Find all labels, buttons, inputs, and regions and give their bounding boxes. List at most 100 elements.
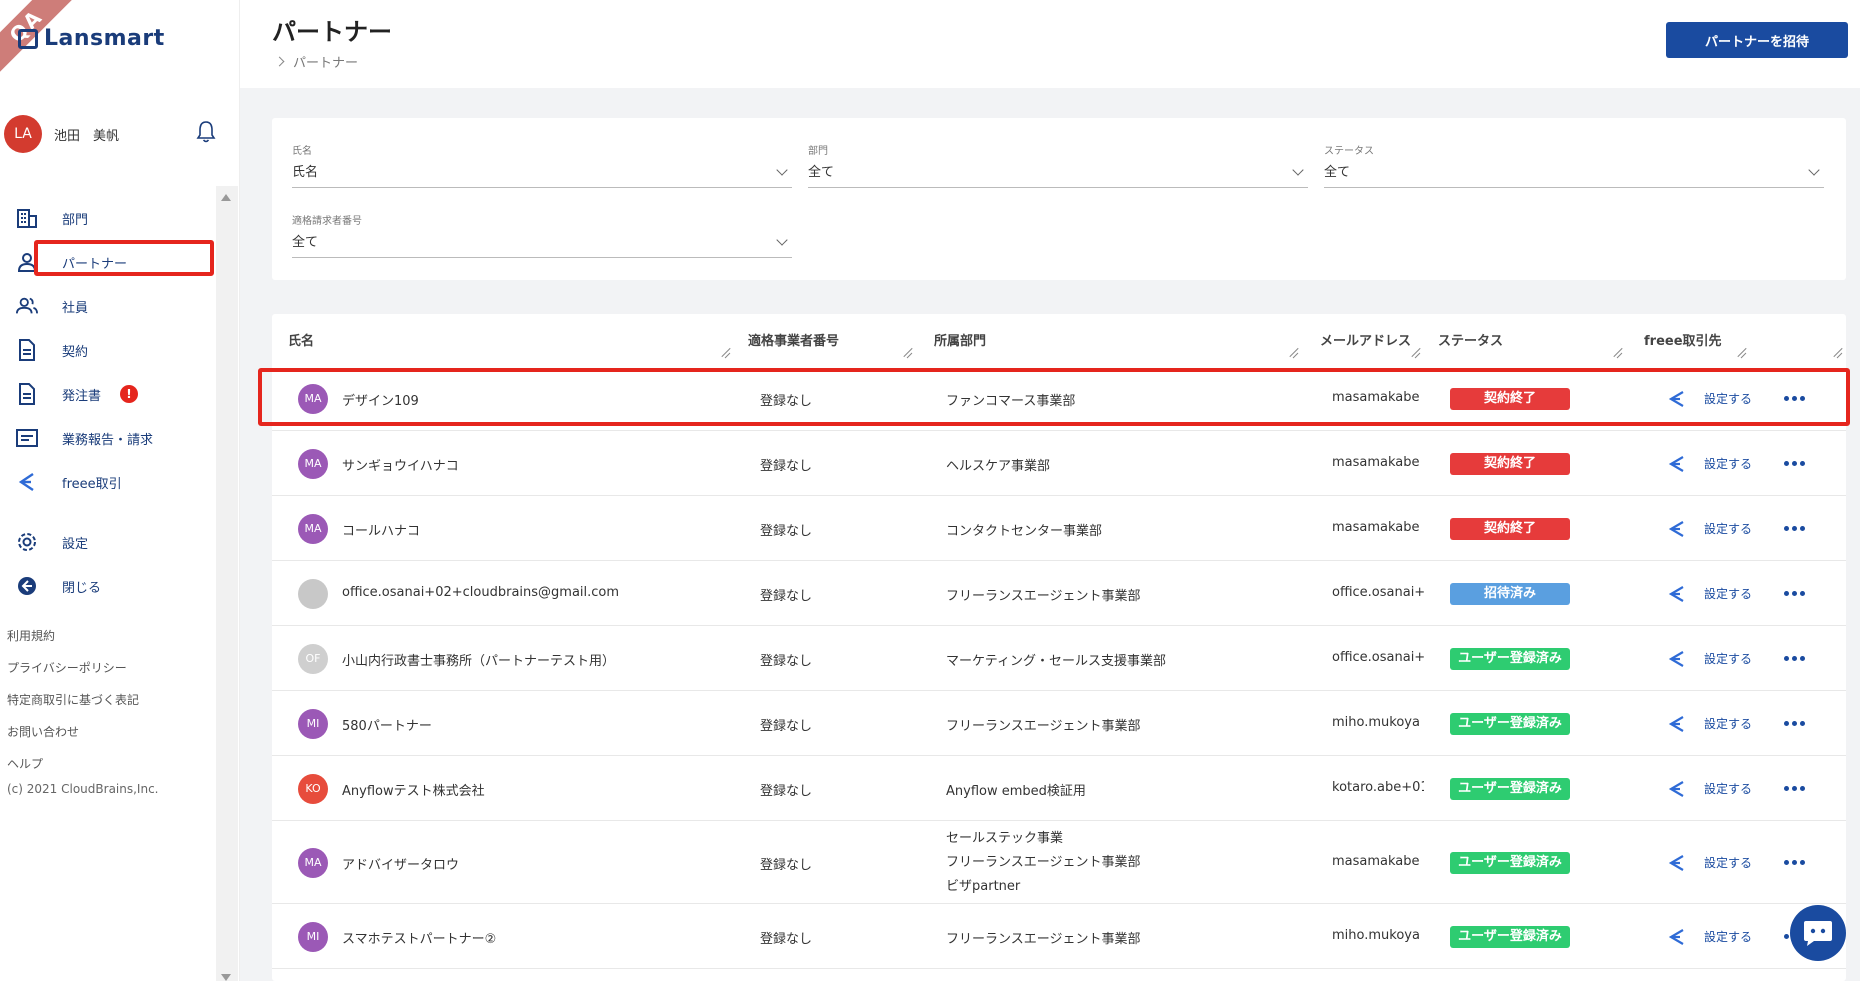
- app-name: Lansmart: [44, 26, 165, 51]
- document-icon: [16, 383, 38, 405]
- status-select[interactable]: 全て: [1324, 160, 1824, 188]
- more-options-icon[interactable]: [1784, 460, 1805, 466]
- scroll-down-arrow[interactable]: [221, 974, 231, 981]
- sidebar-item-label: 社員: [62, 300, 89, 316]
- bell-icon[interactable]: [196, 120, 216, 144]
- scroll-up-arrow[interactable]: [221, 194, 231, 201]
- column-resize-handle[interactable]: [1832, 348, 1842, 358]
- sidebar-item-contracts[interactable]: 契約: [0, 328, 216, 372]
- invite-partner-button[interactable]: パートナーを招待: [1666, 22, 1848, 58]
- people-icon: [16, 295, 38, 317]
- terms-link[interactable]: 利用規約: [7, 620, 139, 652]
- column-header-email[interactable]: メールアドレス: [1320, 330, 1411, 349]
- partner-name[interactable]: スマホテストパートナー②: [342, 928, 722, 947]
- chevron-down-icon: [1292, 164, 1304, 176]
- sidebar-item-freee[interactable]: freee取引: [0, 460, 216, 504]
- registration-number-cell: 登録なし: [760, 458, 813, 474]
- sidebar-item-employees[interactable]: 社員: [0, 284, 216, 328]
- partner-name[interactable]: コールハナコ: [342, 520, 722, 539]
- more-options-icon[interactable]: [1784, 785, 1805, 791]
- sidebar-item-label: 発注書: [62, 388, 102, 404]
- privacy-link[interactable]: プライバシーポリシー: [7, 652, 139, 684]
- column-header-freee[interactable]: freee取引先: [1644, 330, 1722, 349]
- column-resize-handle[interactable]: [902, 348, 912, 358]
- freee-setting-link[interactable]: 設定する: [1704, 780, 1752, 797]
- more-options-icon[interactable]: [1784, 590, 1805, 596]
- freee-setting-link[interactable]: 設定する: [1704, 520, 1752, 537]
- freee-setting-link[interactable]: 設定する: [1704, 455, 1752, 472]
- column-header-name[interactable]: 氏名: [288, 330, 314, 349]
- table-row[interactable]: MA サンギョウイハナコ 登録なし ヘルスケア事業部 masamakabe 契約終了 設定す…: [272, 431, 1846, 496]
- sidebar-item-label: 部門: [62, 212, 89, 228]
- more-options-icon[interactable]: [1784, 525, 1805, 531]
- more-options-icon[interactable]: [1784, 859, 1805, 865]
- sidebar-item-purchase-orders[interactable]: 発注書 !: [0, 372, 216, 416]
- email-cell: office.osanai+: [1332, 649, 1424, 665]
- filter-label: 部門: [808, 146, 828, 157]
- partner-name[interactable]: アドバイザータロウ: [342, 854, 722, 873]
- help-link[interactable]: ヘルプ: [7, 748, 139, 780]
- column-resize-handle[interactable]: [1736, 348, 1746, 358]
- column-resize-handle[interactable]: [1410, 348, 1420, 358]
- status-filter[interactable]: ステータス 全て: [1304, 142, 1824, 188]
- department-filter[interactable]: 部門 全て: [788, 142, 1308, 188]
- sidebar-item-label: freee取引: [62, 476, 122, 492]
- more-options-icon[interactable]: [1784, 655, 1805, 661]
- partner-name[interactable]: 580パートナー: [342, 715, 722, 734]
- highlight-box-row: [258, 368, 1850, 426]
- table-row[interactable]: KO Anyflowテスト株式会社 登録なし Anyflow embed検証用 kota…: [272, 756, 1846, 821]
- table-row[interactable]: MI 580パートナー 登録なし フリーランスエージェント事業部 miho.mukoya…: [272, 691, 1846, 756]
- table-row[interactable]: office.osanai+02+cloudbrains@gmail.com 登録…: [272, 561, 1846, 626]
- column-resize-handle[interactable]: [720, 348, 730, 358]
- chevron-down-icon: [776, 164, 788, 176]
- more-options-icon[interactable]: [1784, 720, 1805, 726]
- table-row[interactable]: OF 小山内行政書士事務所（パートナーテスト用） 登録なし マーケティング・セールス支…: [272, 626, 1846, 691]
- column-header-status[interactable]: ステータス: [1438, 330, 1503, 349]
- column-header-registration[interactable]: 適格事業者番号: [748, 330, 839, 349]
- list-icon: [16, 427, 38, 449]
- freee-setting-link[interactable]: 設定する: [1704, 585, 1752, 602]
- freee-setting-link[interactable]: 設定する: [1704, 854, 1752, 871]
- table-row[interactable]: MA アドバイザータロウ 登録なし セールステック事業 フリーランスエージェント事業部ビ…: [272, 821, 1846, 904]
- sidebar-item-close[interactable]: 閉じる: [0, 564, 216, 608]
- contact-link[interactable]: お問い合わせ: [7, 716, 139, 748]
- freee-icon: [1668, 928, 1684, 945]
- name-select[interactable]: 氏名: [292, 160, 792, 188]
- department-cell: コンタクトセンター事業部: [946, 523, 1103, 539]
- partner-avatar: MA: [298, 448, 328, 479]
- column-header-department[interactable]: 所属部門: [934, 330, 986, 349]
- commerce-law-link[interactable]: 特定商取引に基づく表記: [7, 684, 139, 716]
- freee-setting-link[interactable]: 設定する: [1704, 650, 1752, 667]
- department-item: セールステック事業: [946, 830, 1064, 846]
- column-resize-handle[interactable]: [1288, 348, 1298, 358]
- copyright: (c) 2021 CloudBrains,Inc.: [7, 782, 159, 796]
- breadcrumb-item[interactable]: パートナー: [293, 52, 358, 71]
- table-row[interactable]: MI スマホテストパートナー② 登録なし フリーランスエージェント事業部 miho.mu…: [272, 904, 1846, 969]
- building-icon: [16, 207, 38, 229]
- filter-label: 適格請求者番号: [292, 216, 362, 227]
- app-logo[interactable]: Lansmart: [18, 26, 165, 51]
- sidebar-scrollbar[interactable]: [216, 186, 238, 981]
- freee-setting-link[interactable]: 設定する: [1704, 715, 1752, 732]
- partner-name[interactable]: office.osanai+02+cloudbrains@gmail.com: [342, 585, 722, 600]
- invoice-number-select[interactable]: 全て: [292, 230, 792, 258]
- freee-setting-link[interactable]: 設定する: [1704, 928, 1752, 945]
- sidebar-item-departments[interactable]: 部門: [0, 196, 216, 240]
- sidebar-item-settings[interactable]: 設定: [0, 520, 216, 564]
- table-row[interactable]: MA コールハナコ 登録なし コンタクトセンター事業部 masamakabe 契約終了 設定…: [272, 496, 1846, 561]
- partner-name[interactable]: 小山内行政書士事務所（パートナーテスト用）: [342, 650, 722, 669]
- freee-icon: [16, 471, 38, 493]
- department-cell: マーケティング・セールス支援事業部: [946, 653, 1166, 669]
- invoice-number-filter[interactable]: 適格請求者番号 全て: [272, 212, 792, 258]
- partner-name[interactable]: サンギョウイハナコ: [342, 455, 722, 474]
- user-profile[interactable]: LA 池田 美帆: [4, 114, 224, 154]
- chat-button[interactable]: [1790, 905, 1846, 961]
- footer-links: 利用規約 プライバシーポリシー 特定商取引に基づく表記 お問い合わせ ヘルプ: [7, 620, 139, 780]
- name-filter[interactable]: 氏名 氏名: [272, 142, 792, 188]
- department-select[interactable]: 全て: [808, 160, 1308, 188]
- partner-name[interactable]: Anyflowテスト株式会社: [342, 780, 722, 799]
- column-resize-handle[interactable]: [1612, 348, 1622, 358]
- sidebar-item-reports[interactable]: 業務報告・請求: [0, 416, 216, 460]
- logo-icon: [18, 28, 38, 49]
- status-badge: 招待済み: [1450, 582, 1570, 605]
